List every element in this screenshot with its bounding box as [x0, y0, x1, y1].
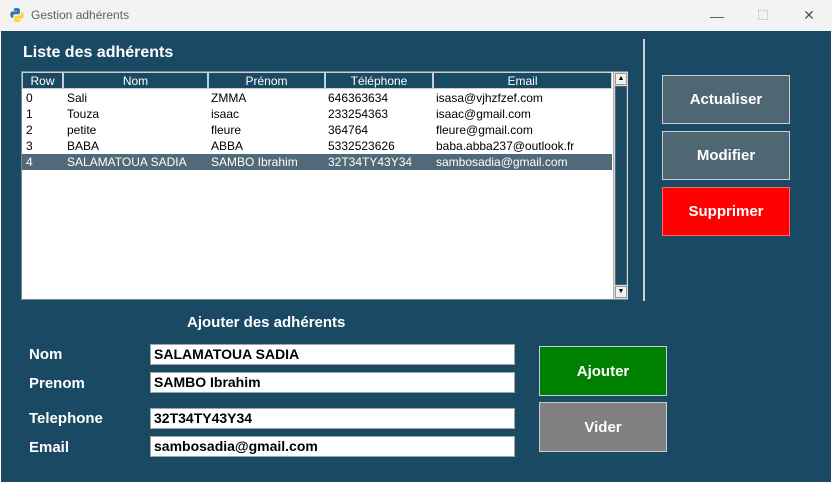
cell-telephone: 5332523626 [328, 139, 395, 153]
add-section-title: Ajouter des adhérents [187, 314, 346, 331]
cell-prenom: ZMMA [211, 91, 247, 105]
cell-row: 4 [26, 155, 33, 169]
table-row-selected[interactable]: 4 SALAMATOUA SADIA SAMBO Ibrahim 32T34TY… [22, 154, 612, 170]
cell-telephone: 233254363 [328, 107, 389, 121]
table-row[interactable]: 2 petite fleure 364764 fleure@gmail.com [22, 122, 612, 138]
column-header-telephone[interactable]: Téléphone [325, 72, 433, 89]
cell-prenom: isaac [211, 107, 240, 121]
cell-email: sambosadia@gmail.com [436, 155, 568, 169]
table-scrollbar[interactable]: ▲ ▼ [613, 72, 628, 299]
table-row[interactable]: 0 Sali ZMMA 646363634 isasa@vjhzfzef.com [22, 90, 612, 106]
prenom-field[interactable]: SAMBO Ibrahim [150, 372, 515, 393]
cell-row: 2 [26, 123, 33, 137]
nom-label: Nom [29, 346, 63, 363]
cell-prenom: fleure [211, 123, 242, 137]
cell-row: 3 [26, 139, 33, 153]
add-button[interactable]: Ajouter [539, 346, 667, 396]
column-header-email[interactable]: Email [433, 72, 612, 89]
cell-nom: Sali [67, 91, 88, 105]
cell-row: 1 [26, 107, 33, 121]
refresh-button[interactable]: Actualiser [662, 75, 790, 124]
column-header-prenom[interactable]: Prénom [208, 72, 325, 89]
cell-nom: petite [67, 123, 97, 137]
cell-telephone: 646363634 [328, 91, 389, 105]
cell-prenom: ABBA [211, 139, 244, 153]
cell-row: 0 [26, 91, 33, 105]
cell-telephone: 32T34TY43Y34 [328, 155, 413, 169]
members-table[interactable]: Row Nom Prénom Téléphone Email 0 Sali ZM… [21, 71, 628, 300]
cell-nom: SALAMATOUA SADIA [67, 155, 187, 169]
cell-email: baba.abba237@outlook.fr [436, 139, 575, 153]
prenom-label: Prenom [29, 375, 85, 392]
cell-nom: Touza [67, 107, 100, 121]
scroll-down-arrow-icon[interactable]: ▼ [615, 286, 627, 298]
telephone-label: Telephone [29, 410, 103, 427]
cell-telephone: 364764 [328, 123, 369, 137]
cell-email: isaac@gmail.com [436, 107, 531, 121]
table-row[interactable]: 3 BABA ABBA 5332523626 baba.abba237@outl… [22, 138, 612, 154]
cell-email: isasa@vjhzfzef.com [436, 91, 543, 105]
table-row[interactable]: 1 Touza isaac 233254363 isaac@gmail.com [22, 106, 612, 122]
email-label: Email [29, 439, 70, 456]
cell-prenom: SAMBO Ibrahim [211, 155, 298, 169]
main-panel: Liste des adhérents Row Nom Prénom Télép… [1, 31, 831, 482]
column-header-row[interactable]: Row [22, 72, 63, 89]
delete-button[interactable]: Supprimer [662, 187, 790, 236]
cell-email: fleure@gmail.com [436, 123, 533, 137]
vertical-divider [643, 39, 645, 301]
clear-button[interactable]: Vider [539, 402, 667, 452]
minimize-button[interactable]: — [694, 0, 740, 31]
column-header-nom[interactable]: Nom [63, 72, 208, 89]
table-header: Row Nom Prénom Téléphone Email [22, 72, 612, 89]
email-field[interactable]: sambosadia@gmail.com [150, 436, 515, 457]
nom-field[interactable]: SALAMATOUA SADIA [150, 344, 515, 365]
maximize-button[interactable]: ☐ [740, 0, 786, 31]
python-app-icon [10, 8, 24, 22]
modify-button[interactable]: Modifier [662, 131, 790, 180]
telephone-field[interactable]: 32T34TY43Y34 [150, 408, 515, 429]
title-bar: Gestion adhérents — ☐ ✕ [0, 0, 832, 32]
scrollbar-thumb[interactable] [615, 86, 627, 285]
close-button[interactable]: ✕ [786, 0, 832, 31]
scroll-up-arrow-icon[interactable]: ▲ [615, 73, 627, 85]
cell-nom: BABA [67, 139, 100, 153]
list-title: Liste des adhérents [23, 44, 174, 61]
window-title: Gestion adhérents [31, 8, 130, 22]
